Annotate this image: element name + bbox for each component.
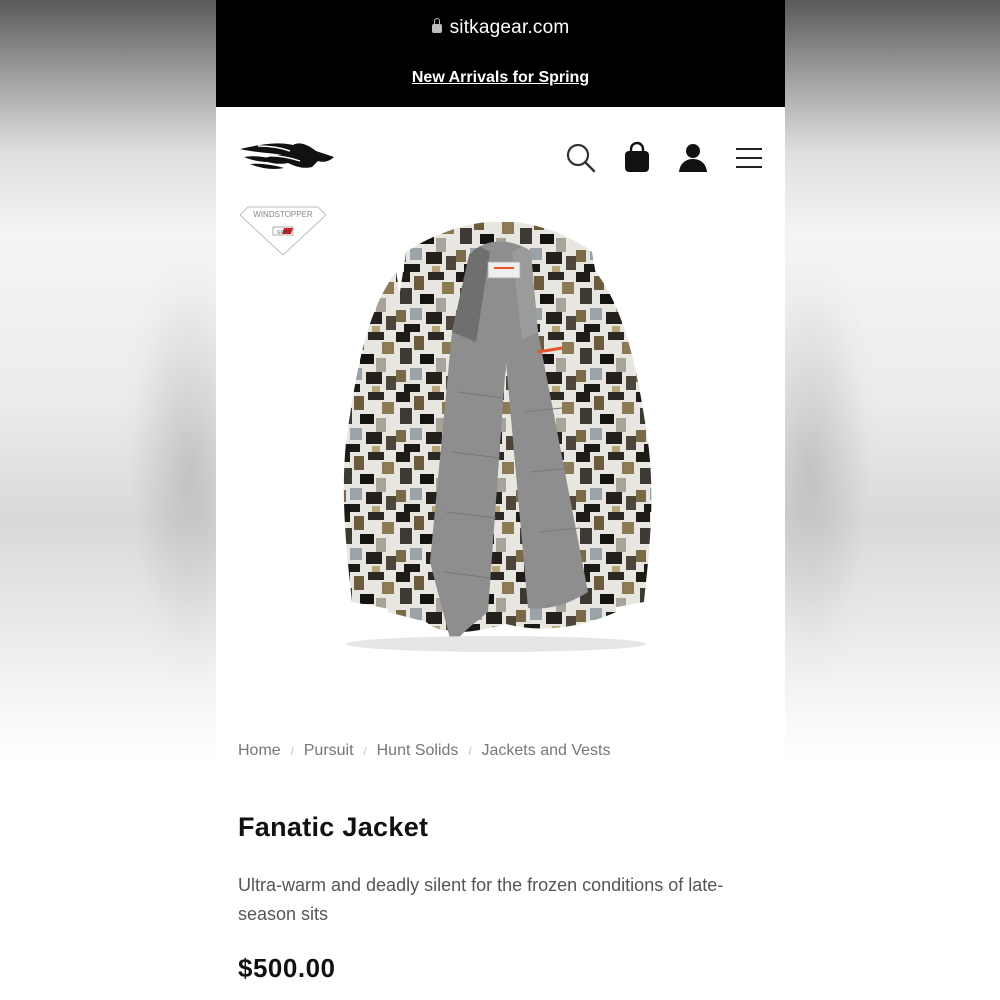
breadcrumb-pursuit[interactable]: Pursuit [304, 742, 354, 759]
brand-logo[interactable] [238, 137, 338, 177]
account-icon[interactable] [676, 141, 710, 175]
product-title: Fanatic Jacket [238, 812, 429, 842]
product-description: Ultra-warm and deadly silent for the fro… [238, 875, 724, 924]
shopping-bag-icon[interactable] [620, 141, 654, 175]
lock-icon [431, 18, 442, 33]
breadcrumb-separator: / [468, 746, 472, 758]
site-header [216, 107, 785, 197]
search-icon[interactable] [564, 141, 598, 175]
mobile-page: sitkagear.com New Arrivals for Spring WI… [216, 0, 785, 1000]
url-display[interactable]: sitkagear.com [216, 17, 785, 39]
product-price: $500.00 [238, 953, 336, 983]
breadcrumb-hunt-solids[interactable]: Hunt Solids [377, 742, 459, 759]
breadcrumb: Home / Pursuit / Hunt Solids / Jackets and Ves… [238, 742, 610, 760]
product-image[interactable] [276, 212, 716, 672]
breadcrumb-separator: / [290, 746, 294, 758]
breadcrumb-home[interactable]: Home [238, 742, 281, 759]
breadcrumb-jackets-and-vests[interactable]: Jackets and Vests [482, 742, 611, 759]
url-text: sitkagear.com [449, 17, 570, 38]
browser-url-bar: sitkagear.com New Arrivals for Spring [216, 0, 785, 107]
promo-banner-link[interactable]: New Arrivals for Spring [216, 69, 785, 87]
breadcrumb-separator: / [363, 746, 367, 758]
menu-icon[interactable] [732, 141, 766, 175]
